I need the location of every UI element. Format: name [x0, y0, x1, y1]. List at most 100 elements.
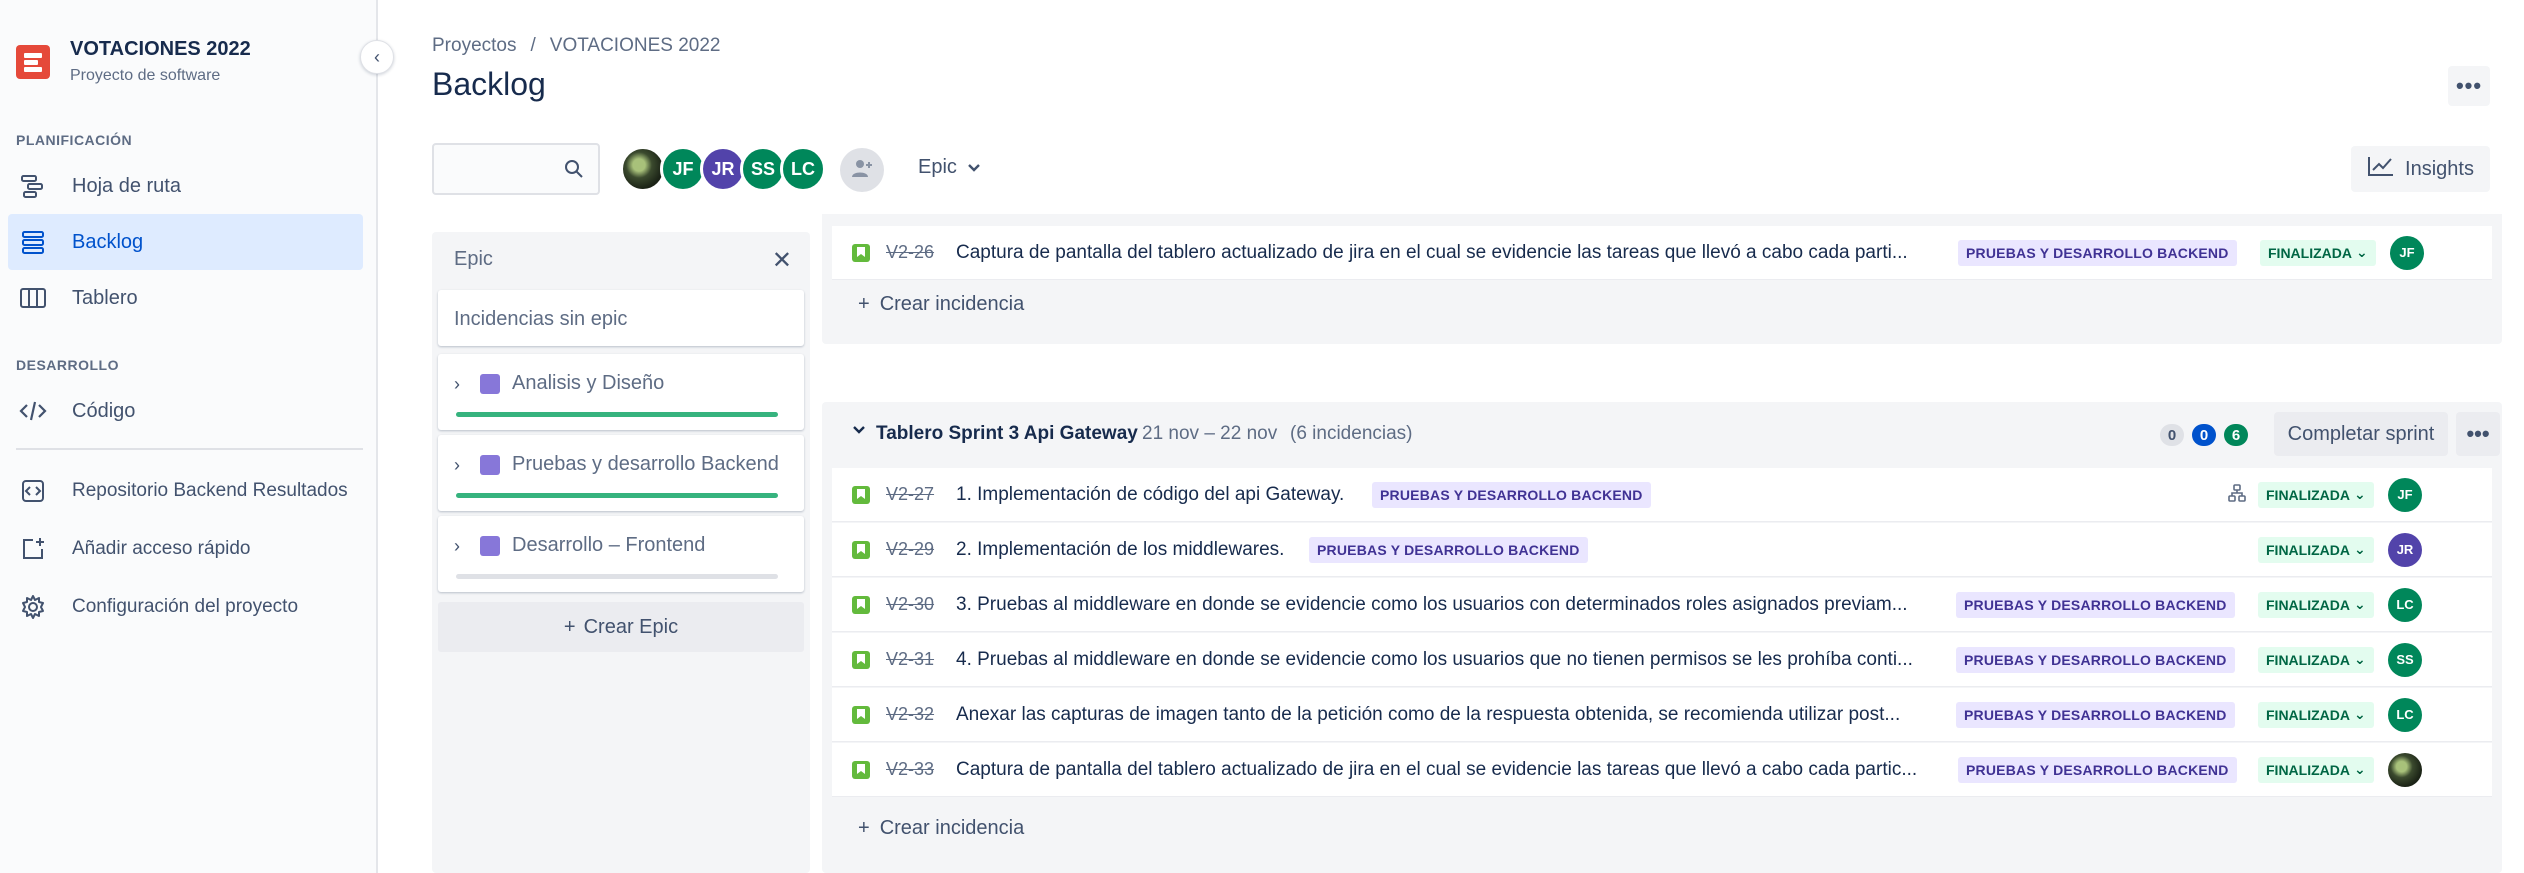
avatar[interactable]: JF: [2388, 477, 2422, 512]
issue-row[interactable]: V2-30 3. Pruebas al middleware en donde …: [832, 578, 2492, 632]
avatar[interactable]: [2388, 752, 2422, 787]
story-icon: [852, 486, 870, 504]
epic-progress-fill: [456, 412, 778, 417]
more-horizontal-icon: •••: [2455, 73, 2483, 98]
epic-lozenge[interactable]: PRUEBAS Y DESARROLLO BACKEND: [1956, 701, 2235, 728]
sidebar-item-project-settings[interactable]: Configuración del proyecto: [0, 579, 363, 635]
code-icon: [18, 396, 48, 426]
collapse-sidebar-button[interactable]: ‹: [360, 40, 394, 74]
story-icon: [852, 541, 870, 559]
done-count-badge: 6: [2224, 424, 2248, 446]
epic-lozenge[interactable]: PRUEBAS Y DESARROLLO BACKEND: [1372, 481, 1651, 508]
sidebar-item-backlog[interactable]: Backlog: [8, 214, 363, 270]
sidebar-item-roadmap[interactable]: Hoja de ruta: [0, 158, 363, 214]
search-icon: [564, 159, 584, 184]
epic-lozenge[interactable]: PRUEBAS Y DESARROLLO BACKEND: [1956, 591, 2235, 618]
avatar[interactable]: SS: [2388, 642, 2422, 677]
chevron-down-icon[interactable]: [852, 422, 866, 440]
epic-lozenge[interactable]: PRUEBAS Y DESARROLLO BACKEND: [1958, 239, 2237, 266]
sidebar-item-repository[interactable]: Repositorio Backend Resultados: [0, 463, 363, 519]
status-label: FINALIZADA: [2266, 651, 2350, 668]
sidebar-item-board[interactable]: Tablero: [0, 270, 363, 326]
chevron-right-icon[interactable]: ›: [454, 455, 460, 476]
story-icon: [852, 651, 870, 669]
issue-summary: 3. Pruebas al middleware en donde se evi…: [956, 593, 1908, 615]
issue-summary: 2. Implementación de los middlewares.: [956, 538, 1285, 560]
complete-sprint-button[interactable]: Completar sprint: [2274, 412, 2448, 456]
breadcrumb-projects[interactable]: Proyectos: [432, 35, 516, 57]
avatar[interactable]: LC: [780, 146, 826, 192]
issue-key[interactable]: V2-31: [886, 649, 934, 670]
sidebar-item-add-shortcut[interactable]: Añadir acceso rápido: [0, 521, 363, 577]
child-issues-icon[interactable]: [2228, 484, 2246, 507]
issue-row[interactable]: V2-26 Captura de pantalla del tablero ac…: [832, 226, 2492, 280]
chevron-down-icon: ⌄: [2354, 596, 2366, 612]
search-input[interactable]: [432, 143, 600, 195]
story-icon: [852, 596, 870, 614]
story-icon: [852, 706, 870, 724]
add-people-button[interactable]: [840, 148, 884, 192]
backlog-icon: [18, 227, 48, 257]
status-label: FINALIZADA: [2266, 486, 2350, 503]
project-header[interactable]: VOTACIONES 2022 Proyecto de software: [16, 38, 251, 85]
status-dropdown[interactable]: FINALIZADA ⌄: [2258, 701, 2374, 728]
breadcrumb: Proyectos / VOTACIONES 2022: [432, 35, 720, 57]
sprint-name[interactable]: Tablero Sprint 3 Api Gateway: [876, 423, 1138, 445]
epic-lozenge[interactable]: PRUEBAS Y DESARROLLO BACKEND: [1309, 536, 1588, 563]
sidebar-item-label: Hoja de ruta: [72, 174, 181, 197]
avatar[interactable]: LC: [2388, 697, 2422, 732]
epic-item[interactable]: › Desarrollo – Frontend: [438, 516, 804, 592]
create-issue-button[interactable]: + Crear incidencia: [858, 293, 1024, 316]
issue-key[interactable]: V2-29: [886, 539, 934, 560]
issue-row[interactable]: V2-29 2. Implementación de los middlewar…: [832, 523, 2492, 577]
section-development: DESARROLLO: [16, 357, 119, 373]
create-issue-label: Crear incidencia: [879, 817, 1025, 839]
issue-key[interactable]: V2-30: [886, 594, 934, 615]
chevron-right-icon[interactable]: ›: [454, 536, 460, 557]
issue-summary: Anexar las capturas de imagen tanto de l…: [956, 703, 1901, 725]
issue-key[interactable]: V2-27: [886, 484, 934, 505]
epic-item-no-epic[interactable]: Incidencias sin epic: [438, 290, 804, 346]
epic-item[interactable]: › Pruebas y desarrollo Backend: [438, 435, 804, 511]
sidebar-item-code[interactable]: Código: [0, 383, 363, 439]
more-actions-button[interactable]: •••: [2448, 66, 2490, 106]
plus-icon: +: [858, 817, 870, 839]
create-issue-button[interactable]: + Crear incidencia: [858, 817, 1024, 840]
epic-name: Analisis y Diseño: [512, 372, 665, 394]
project-type: Proyecto de software: [70, 67, 221, 84]
epic-item[interactable]: › Analisis y Diseño: [438, 354, 804, 430]
status-dropdown[interactable]: FINALIZADA ⌄: [2258, 591, 2374, 618]
avatar[interactable]: JR: [2388, 532, 2422, 567]
issue-key[interactable]: V2-33: [886, 759, 934, 780]
issue-key[interactable]: V2-26: [886, 242, 934, 263]
page-title: Backlog: [432, 66, 546, 102]
create-epic-button[interactable]: + Crear Epic: [438, 602, 804, 652]
status-label: FINALIZADA: [2266, 706, 2350, 723]
issue-row[interactable]: V2-27 1. Implementación de código del ap…: [832, 468, 2492, 522]
insights-button[interactable]: Insights: [2351, 146, 2490, 192]
status-label: FINALIZADA: [2266, 761, 2350, 778]
epic-color-swatch: [480, 536, 500, 556]
breadcrumb-project[interactable]: VOTACIONES 2022: [550, 35, 721, 57]
avatar[interactable]: JF: [2390, 235, 2424, 270]
create-epic-label: Crear Epic: [583, 615, 679, 638]
epic-progress-bar: [456, 574, 778, 579]
status-dropdown[interactable]: FINALIZADA ⌄: [2258, 481, 2374, 508]
epic-lozenge[interactable]: PRUEBAS Y DESARROLLO BACKEND: [1958, 756, 2237, 783]
epic-color-swatch: [480, 374, 500, 394]
issue-row[interactable]: V2-31 4. Pruebas al middleware en donde …: [832, 633, 2492, 687]
issue-key[interactable]: V2-32: [886, 704, 934, 725]
status-dropdown[interactable]: FINALIZADA ⌄: [2260, 239, 2376, 266]
status-dropdown[interactable]: FINALIZADA ⌄: [2258, 756, 2374, 783]
status-dropdown[interactable]: FINALIZADA ⌄: [2258, 536, 2374, 563]
avatar[interactable]: LC: [2388, 587, 2422, 622]
epic-filter-dropdown[interactable]: Epic: [918, 156, 981, 179]
sprint-more-button[interactable]: •••: [2456, 412, 2500, 456]
create-issue-label: Crear incidencia: [879, 293, 1025, 315]
epic-lozenge[interactable]: PRUEBAS Y DESARROLLO BACKEND: [1956, 646, 2235, 673]
chevron-right-icon[interactable]: ›: [454, 374, 460, 395]
issue-row[interactable]: V2-33 Captura de pantalla del tablero ac…: [832, 743, 2492, 797]
close-icon[interactable]: ✕: [772, 246, 792, 275]
status-dropdown[interactable]: FINALIZADA ⌄: [2258, 646, 2374, 673]
issue-row[interactable]: V2-32 Anexar las capturas de imagen tant…: [832, 688, 2492, 742]
